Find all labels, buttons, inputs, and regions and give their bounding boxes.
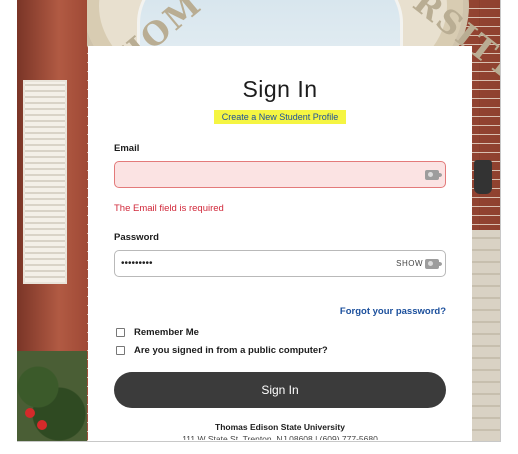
- key-icon[interactable]: [425, 170, 442, 180]
- shrubbery: [17, 351, 87, 441]
- email-error-message: The Email field is required: [114, 203, 224, 214]
- wall-lamp: [474, 160, 492, 194]
- public-computer-checkbox[interactable]: [116, 346, 125, 355]
- email-label: Email: [114, 143, 140, 154]
- email-field-container: [114, 161, 446, 188]
- page-viewport: HOM RSITY Sign In Create a New Student P…: [17, 0, 501, 442]
- password-field-container: SHOW: [114, 250, 446, 277]
- window-shutter: [23, 80, 67, 284]
- footer-university-name: Thomas Edison State University: [215, 422, 345, 432]
- remember-me-checkbox[interactable]: [116, 328, 125, 337]
- public-computer-row[interactable]: Are you signed in from a public computer…: [114, 345, 446, 356]
- forgot-password-link[interactable]: Forgot your password?: [340, 306, 446, 317]
- key-icon[interactable]: [425, 259, 442, 269]
- show-password-button[interactable]: SHOW: [396, 259, 423, 268]
- remember-me-label: Remember Me: [134, 327, 199, 338]
- page-title: Sign In: [242, 76, 318, 102]
- create-profile-link[interactable]: Create a New Student Profile: [213, 110, 347, 124]
- sign-in-card: Sign In Create a New Student Profile Ema…: [88, 46, 472, 441]
- stone-column: [470, 230, 500, 441]
- sign-in-button[interactable]: Sign In: [114, 372, 446, 408]
- red-flower: [37, 420, 47, 430]
- email-field[interactable]: [121, 162, 391, 187]
- remember-me-row[interactable]: Remember Me: [114, 327, 446, 338]
- red-flower: [25, 408, 35, 418]
- public-computer-label: Are you signed in from a public computer…: [134, 345, 328, 356]
- footer-address: 111 W State St, Trenton, NJ 08608 | (609…: [182, 434, 378, 440]
- password-field[interactable]: [121, 251, 391, 276]
- password-label: Password: [114, 232, 159, 243]
